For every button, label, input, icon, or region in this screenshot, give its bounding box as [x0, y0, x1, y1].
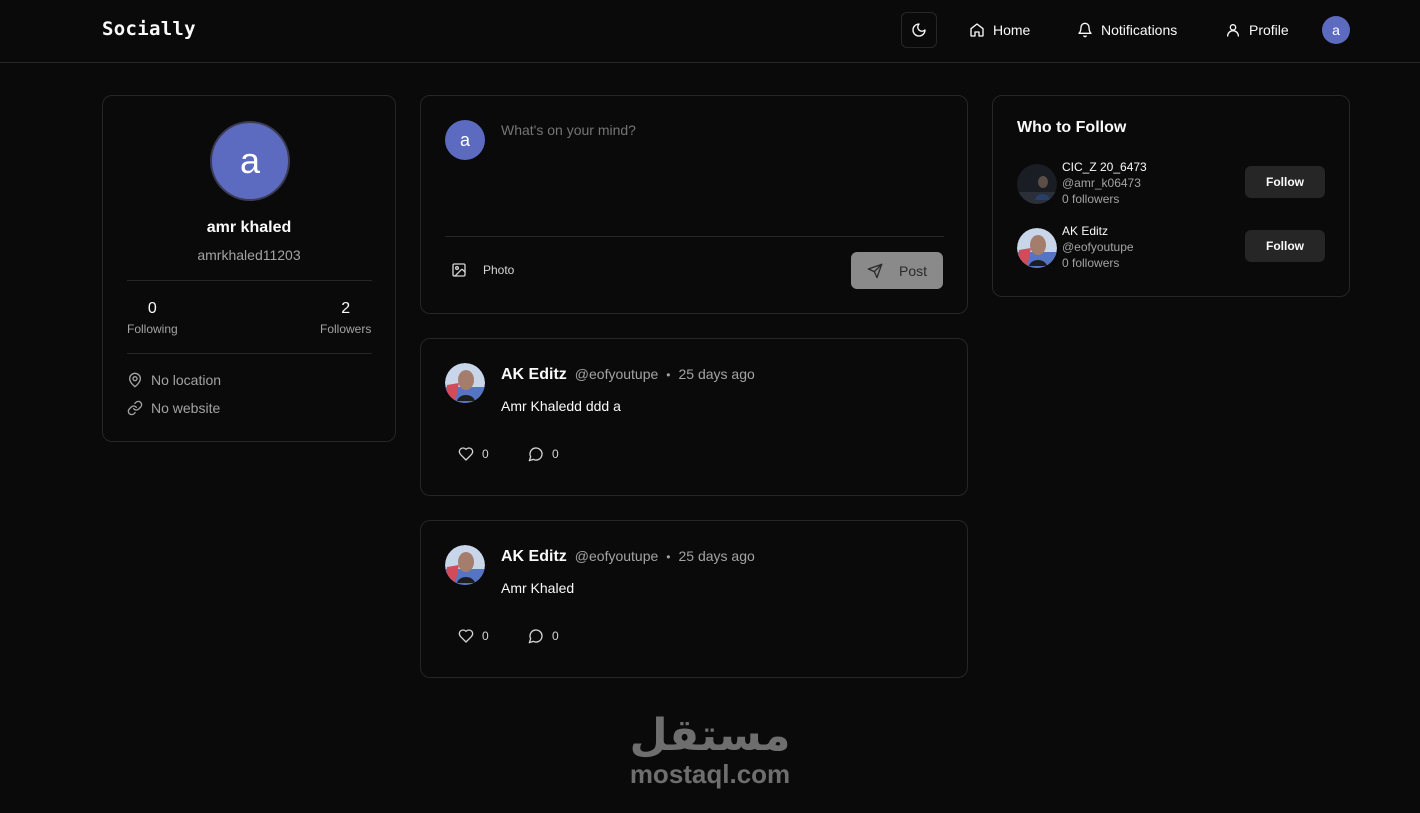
- comment-count: 0: [552, 629, 559, 643]
- post-separator: •: [666, 368, 671, 382]
- post-author[interactable]: AK Editz: [501, 366, 567, 384]
- following-stat[interactable]: 0 Following: [127, 300, 178, 336]
- post-content: Amr Khaled: [501, 580, 575, 596]
- suggested-user-name[interactable]: CIC_Z 20_6473: [1062, 160, 1147, 174]
- divider: [127, 353, 372, 354]
- heart-icon: [458, 447, 474, 461]
- user-avatar[interactable]: a: [1322, 16, 1350, 44]
- comment-icon: [528, 447, 543, 462]
- profile-username: amrkhaled11203: [197, 247, 301, 263]
- suggested-user-avatar[interactable]: [1017, 228, 1057, 268]
- post-author[interactable]: AK Editz: [501, 548, 567, 566]
- who-to-follow-title: Who to Follow: [1017, 119, 1127, 136]
- nav-home-link[interactable]: Home: [969, 19, 1030, 41]
- post-card: AK Editz @eofyoutupe • 25 days ago Amr K…: [420, 520, 968, 678]
- comment-button[interactable]: 0: [528, 446, 559, 462]
- post-header: AK Editz @eofyoutupe • 25 days ago: [501, 366, 755, 384]
- image-icon: [452, 263, 466, 277]
- nav-notifications-link[interactable]: Notifications: [1077, 19, 1177, 41]
- follow-button[interactable]: Follow: [1245, 230, 1325, 262]
- post-input[interactable]: [501, 122, 941, 212]
- post-author-avatar[interactable]: [445, 363, 485, 403]
- suggested-user-handle: @amr_k06473: [1062, 176, 1141, 190]
- home-icon: [970, 23, 984, 37]
- nav-profile-label: Profile: [1249, 22, 1289, 38]
- profile-name[interactable]: amr khaled: [103, 219, 395, 237]
- like-count: 0: [482, 629, 489, 643]
- link-icon: [127, 400, 143, 416]
- post-button-label: Post: [898, 262, 927, 279]
- post-timestamp: 25 days ago: [678, 548, 755, 564]
- followers-stat[interactable]: 2 Followers: [320, 300, 371, 336]
- followers-label: Followers: [320, 322, 372, 336]
- heart-icon: [458, 629, 474, 643]
- comment-icon: [528, 629, 543, 644]
- suggested-user-avatar[interactable]: [1017, 164, 1057, 204]
- post-card: AK Editz @eofyoutupe • 25 days ago Amr K…: [420, 338, 968, 496]
- nav-profile-link[interactable]: Profile: [1225, 19, 1289, 41]
- following-label: Following: [127, 322, 178, 336]
- nav-notifications-label: Notifications: [1101, 22, 1178, 38]
- post-button[interactable]: Post: [851, 252, 943, 289]
- who-to-follow-card: Who to Follow CIC_Z 20_6473 @amr_k06473 …: [992, 95, 1350, 297]
- post-header: AK Editz @eofyoutupe • 25 days ago: [501, 548, 755, 566]
- post-handle[interactable]: @eofyoutupe: [575, 548, 659, 564]
- follow-button[interactable]: Follow: [1245, 166, 1325, 198]
- mostaql-watermark: مستقل mostaql.com: [600, 710, 820, 789]
- suggested-user: AK Editz @eofyoutupe 0 followers Follow: [1017, 224, 1327, 272]
- map-pin-icon: [129, 372, 141, 388]
- photo-label: Photo: [483, 263, 515, 277]
- post-handle[interactable]: @eofyoutupe: [575, 366, 659, 382]
- photo-button[interactable]: Photo: [451, 262, 514, 278]
- like-count: 0: [482, 447, 489, 461]
- followers-count: 2: [341, 300, 351, 317]
- suggested-user-followers: 0 followers: [1062, 192, 1120, 206]
- profile-avatar[interactable]: a: [210, 121, 290, 201]
- divider: [445, 236, 944, 237]
- post-author-avatar[interactable]: [445, 545, 485, 585]
- watermark-latin: mostaql.com: [629, 759, 791, 789]
- watermark-arabic: مستقل: [629, 710, 791, 761]
- brand-logo[interactable]: Socially: [102, 18, 196, 40]
- send-icon: [867, 263, 883, 278]
- suggested-user-handle: @eofyoutupe: [1062, 240, 1134, 254]
- bell-icon: [1078, 22, 1092, 38]
- profile-card: a amr khaled amrkhaled11203 0 Following …: [102, 95, 396, 442]
- comment-count: 0: [552, 447, 559, 461]
- divider: [127, 280, 372, 281]
- post-content: Amr Khaledd ddd a: [501, 398, 621, 414]
- post-timestamp: 25 days ago: [678, 366, 755, 382]
- theme-toggle-button[interactable]: [901, 12, 937, 48]
- post-separator: •: [666, 550, 671, 564]
- website-row: No website: [127, 400, 220, 416]
- like-button[interactable]: 0: [458, 446, 489, 462]
- suggested-user-followers: 0 followers: [1062, 256, 1120, 270]
- user-icon: [1227, 24, 1239, 37]
- nav-home-label: Home: [993, 22, 1031, 38]
- post-composer: a Photo Post: [420, 95, 968, 314]
- location-text: No location: [151, 372, 222, 388]
- location-row: No location: [127, 372, 221, 388]
- like-button[interactable]: 0: [458, 628, 489, 644]
- following-count: 0: [147, 300, 157, 317]
- navbar: Socially Home Notifications Profile a: [0, 0, 1420, 63]
- moon-icon: [912, 23, 926, 37]
- comment-button[interactable]: 0: [528, 628, 559, 644]
- website-text: No website: [151, 400, 221, 416]
- suggested-user-name[interactable]: AK Editz: [1062, 224, 1108, 238]
- composer-avatar: a: [445, 120, 485, 160]
- suggested-user: CIC_Z 20_6473 @amr_k06473 0 followers Fo…: [1017, 160, 1327, 208]
